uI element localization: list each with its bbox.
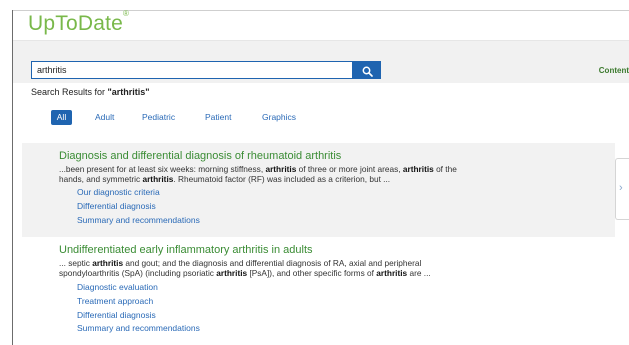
contents-link[interactable]: Content [599,66,629,75]
snippet-highlight: arthritis [216,268,248,278]
snippet-highlight: arthritis [265,164,297,174]
snippet-text: of the [433,164,457,174]
result-snippet-line: hands, and symmetric arthritis. Rheumato… [59,174,390,185]
snippet-text: and gout; and the diagnosis and differen… [123,258,422,268]
logo-text: UpToDate [28,12,123,35]
result-section-link[interactable]: Differential diagnosis [77,310,156,320]
side-panel-toggle[interactable]: › [615,158,629,220]
result-title[interactable]: Diagnosis and differential diagnosis of … [59,150,341,162]
snippet-text: . Rheumatoid factor (RF) was included as… [173,174,391,184]
results-prefix: Search Results for [31,87,108,97]
snippet-text: ... septic [59,258,93,268]
app-header: UpToDate® [13,9,629,40]
search-button[interactable] [353,61,381,79]
result-snippet-line: ... septic arthritis and gout; and the d… [59,258,421,269]
snippet-highlight: arthritis [402,164,434,174]
tab-patient[interactable]: Patient [205,110,231,125]
results-query: "arthritis" [107,87,150,97]
tab-adult[interactable]: Adult [95,110,114,125]
uptodate-logo[interactable]: UpToDate® [28,9,130,36]
snippet-text: spondyloarthritis (SpA) (including psori… [59,268,217,278]
search-toolbar: Content [13,40,629,83]
registered-mark: ® [122,9,130,18]
snippet-text: ...been present for at least six weeks: … [59,164,266,174]
search-results-summary: Search Results for "arthritis" [31,87,150,97]
result-title[interactable]: Undifferentiated early inflammatory arth… [59,244,313,256]
snippet-highlight: arthritis [142,174,174,184]
snippet-text: [PsA]), and other specific forms of [247,268,377,278]
result-section-link[interactable]: Our diagnostic criteria [77,187,160,197]
result-section-link[interactable]: Differential diagnosis [77,201,156,211]
snippet-highlight: arthritis [376,268,408,278]
snippet-highlight: arthritis [92,258,124,268]
result-section-link[interactable]: Summary and recommendations [77,323,200,333]
result-section-link[interactable]: Diagnostic evaluation [77,282,158,292]
tab-all[interactable]: All [51,110,72,125]
tab-graphics[interactable]: Graphics [262,110,296,125]
snippet-text: of three or more joint areas, [296,164,403,174]
result-snippet-line: spondyloarthritis (SpA) (including psori… [59,268,431,279]
search-input[interactable] [31,61,353,79]
snippet-text: are ... [407,268,431,278]
search-icon [362,66,373,77]
result-snippet-line: ...been present for at least six weeks: … [59,164,457,175]
result-section-link[interactable]: Treatment approach [77,296,153,306]
tab-pediatric[interactable]: Pediatric [142,110,175,125]
chevron-right-icon: › [619,182,623,194]
snippet-text: hands, and symmetric [59,174,143,184]
result-section-link[interactable]: Summary and recommendations [77,215,200,225]
